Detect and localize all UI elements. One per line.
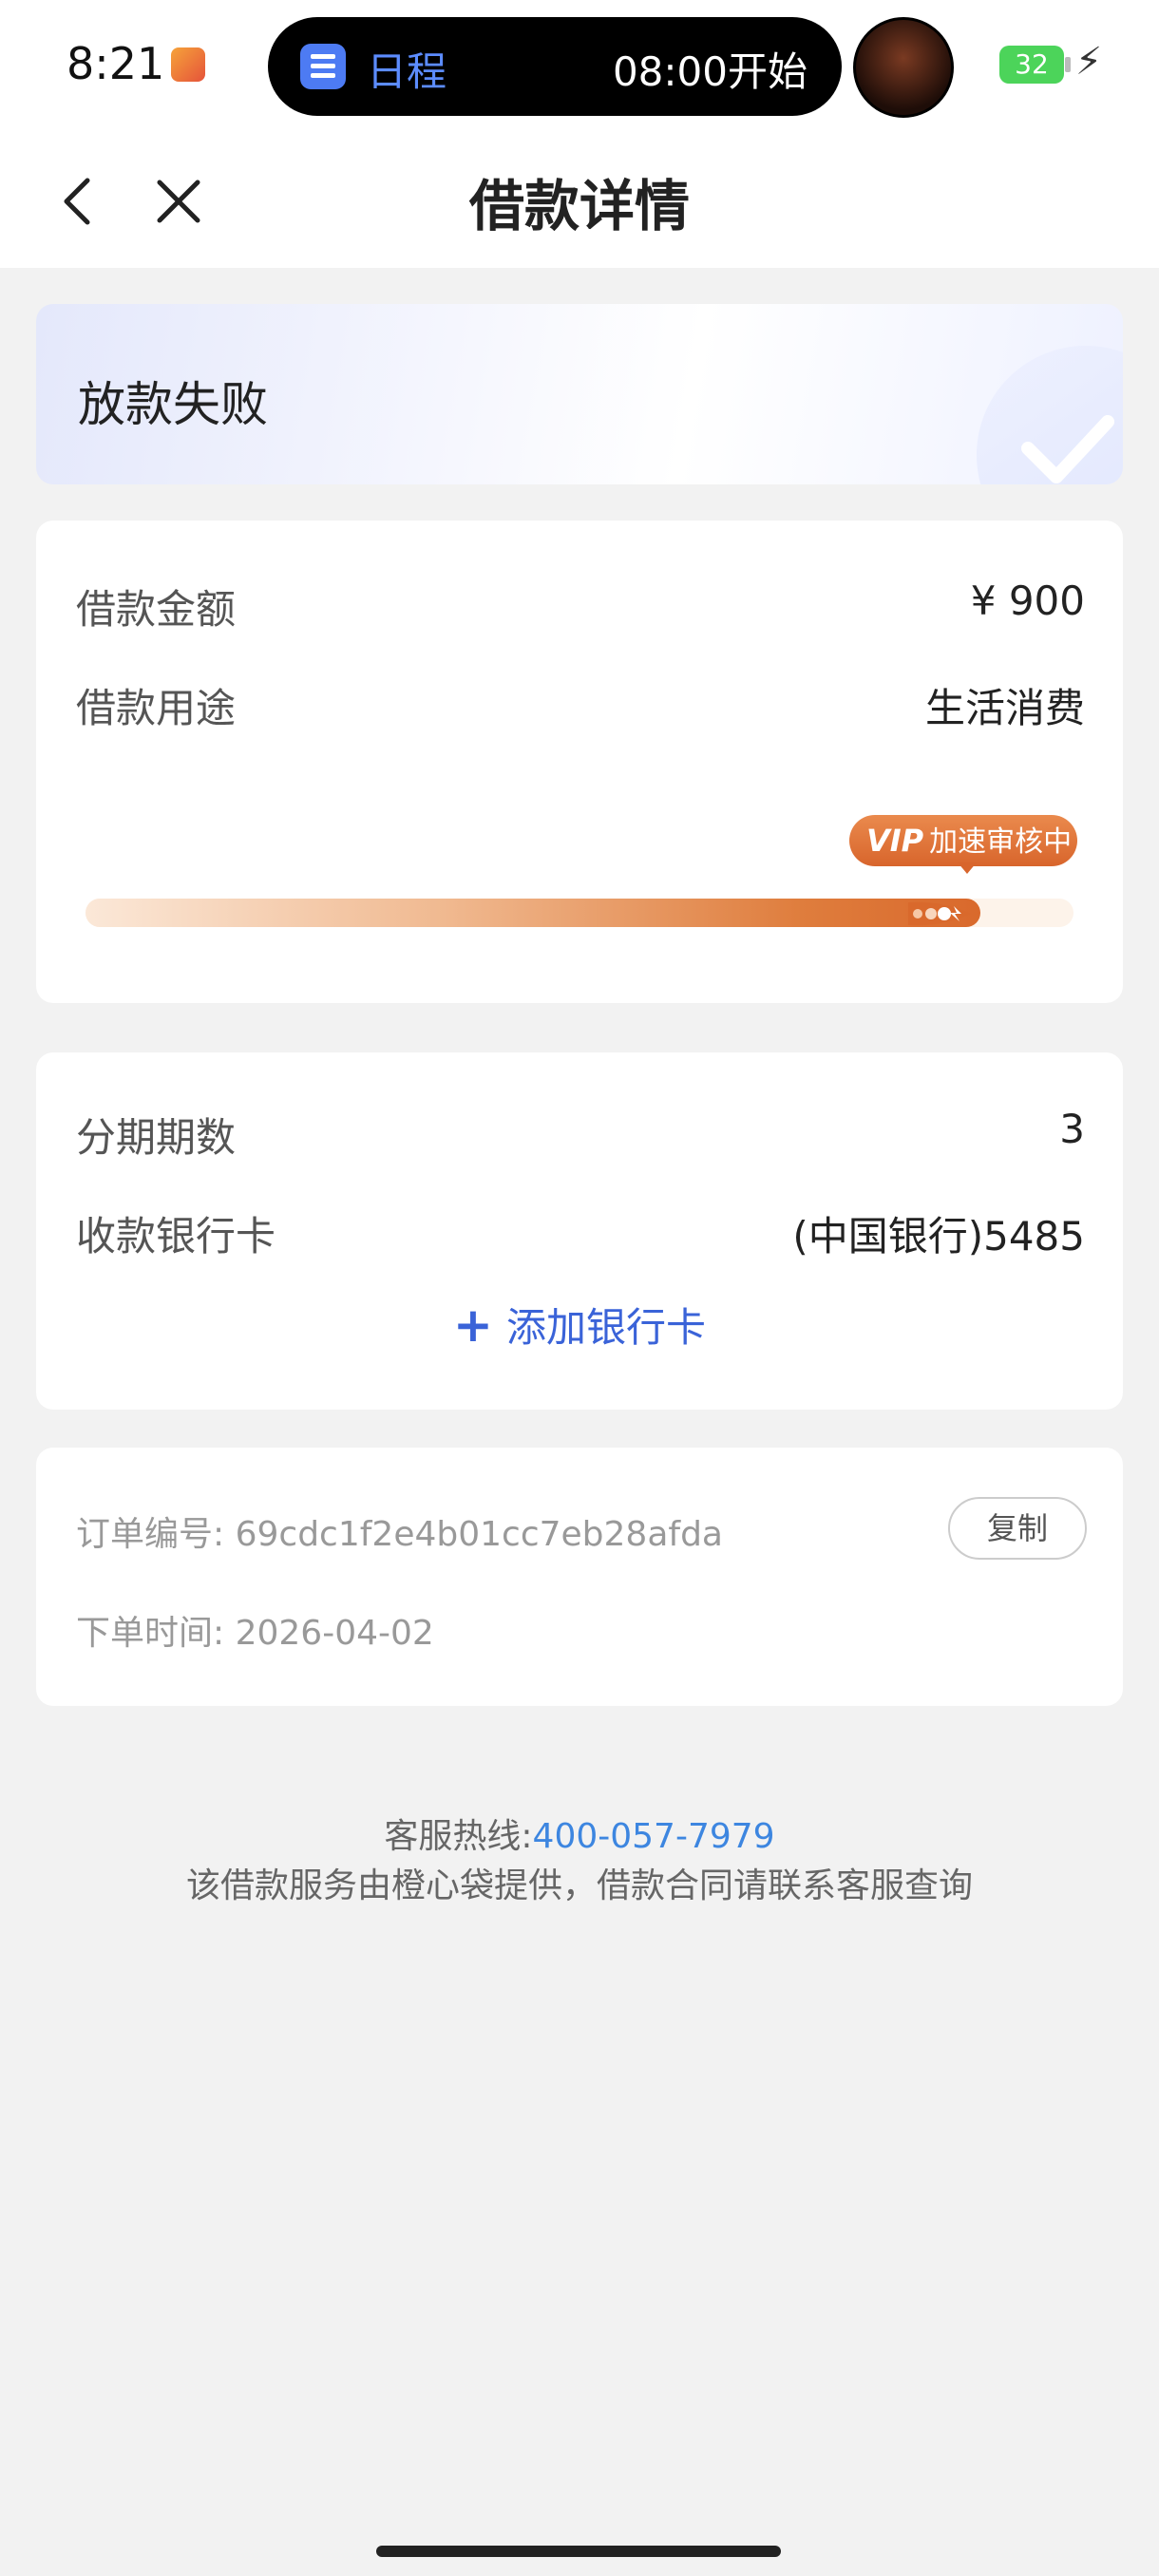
order-number: 订单编号: 69cdc1f2e4b01cc7eb28afda xyxy=(76,1506,723,1556)
loan-amount-value: ¥ 900 xyxy=(970,578,1085,624)
loan-info-card: 借款金额 ¥ 900 借款用途 生活消费 VIP 加速审核中 xyxy=(36,521,1123,1003)
notification-app-icon xyxy=(171,47,205,82)
progress-fill xyxy=(86,899,980,927)
plus-icon: + xyxy=(453,1297,493,1353)
nav-bar: 借款详情 xyxy=(0,133,1159,268)
installment-card: 分期期数 3 收款银行卡 (中国银行)5485 + 添加银行卡 xyxy=(36,1052,1123,1410)
order-number-value: 69cdc1f2e4b01cc7eb28afda xyxy=(235,1515,723,1554)
hotline-line: 客服热线:400-057-7979 xyxy=(0,1809,1159,1858)
status-bar: 8:21 日程 08:00开始 32 ⚡ xyxy=(0,0,1159,133)
island-time: 08:00开始 xyxy=(612,48,808,95)
order-info-card: 订单编号: 69cdc1f2e4b01cc7eb28afda 复制 下单时间: … xyxy=(36,1448,1123,1706)
vip-review-badge: VIP 加速审核中 xyxy=(849,815,1077,866)
page-title: 借款详情 xyxy=(468,174,690,238)
badge-pointer xyxy=(958,862,977,874)
game-app-icon[interactable] xyxy=(853,17,954,118)
order-number-label: 订单编号: xyxy=(76,1515,225,1554)
dynamic-island[interactable]: 日程 08:00开始 xyxy=(268,17,842,116)
calendar-icon xyxy=(300,44,346,89)
bank-card-label: 收款银行卡 xyxy=(76,1213,276,1260)
installment-periods-value: 3 xyxy=(1059,1106,1085,1152)
hotline-number-link[interactable]: 400-057-7979 xyxy=(533,1817,775,1856)
loan-status-text: 放款失败 xyxy=(78,377,268,432)
vip-label: VIP xyxy=(866,823,924,859)
service-notice: 该借款服务由橙心袋提供，借款合同请联系客服查询 xyxy=(185,1866,973,1905)
island-label: 日程 xyxy=(367,48,447,95)
loan-amount-label: 借款金额 xyxy=(76,586,237,633)
installment-periods-label: 分期期数 xyxy=(76,1114,237,1161)
charging-icon: ⚡ xyxy=(1075,40,1103,84)
copy-button[interactable]: 复制 xyxy=(948,1497,1087,1560)
add-bank-card-label: 添加银行卡 xyxy=(505,1304,706,1351)
bank-card-value[interactable]: (中国银行)5485 xyxy=(792,1204,1085,1262)
loan-purpose-value: 生活消费 xyxy=(924,685,1085,731)
order-time-label: 下单时间: xyxy=(76,1614,225,1653)
hotline-label: 客服热线: xyxy=(384,1817,533,1856)
battery-cap xyxy=(1065,57,1071,72)
battery-icon: 32 xyxy=(999,46,1064,84)
check-icon xyxy=(1021,415,1114,483)
add-bank-card-button[interactable]: + 添加银行卡 xyxy=(36,1296,1123,1354)
loan-status-card: 放款失败 xyxy=(36,304,1123,484)
rocket-icon xyxy=(908,901,971,926)
status-time: 8:21 xyxy=(66,38,165,89)
order-time-value: 2026-04-02 xyxy=(235,1614,434,1653)
order-time: 下单时间: 2026-04-02 xyxy=(76,1605,434,1655)
home-indicator[interactable] xyxy=(376,2546,781,2557)
loan-purpose-label: 借款用途 xyxy=(76,685,237,731)
vip-badge-text: 加速审核中 xyxy=(929,825,1073,859)
